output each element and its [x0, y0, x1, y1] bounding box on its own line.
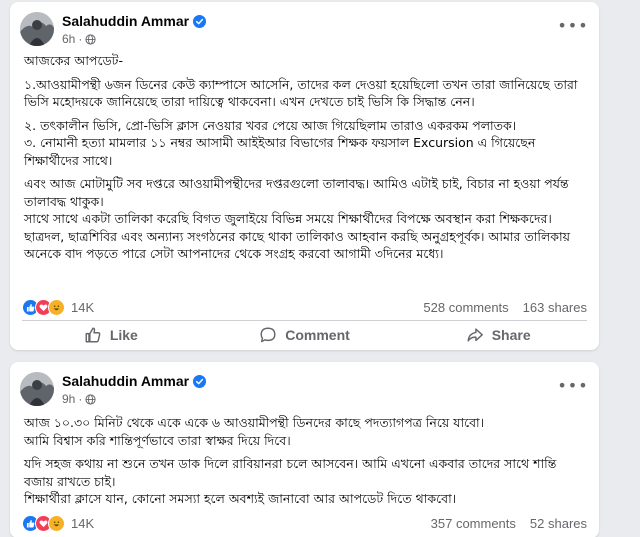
post-actions: Like Comment Share	[14, 318, 595, 352]
post-text: আজকের আপডেট- ১.আওয়ামীপন্থী ৬জন ডিনের কে…	[24, 52, 585, 269]
post-paragraph: আজকের আপডেট-	[24, 53, 123, 68]
reaction-count: 14K	[71, 299, 95, 315]
author-name[interactable]: Salahuddin Ammar	[62, 13, 189, 29]
comment-label: Comment	[285, 327, 350, 343]
thumbs-up-icon	[85, 327, 101, 343]
share-label: Share	[491, 327, 531, 343]
more-options-button[interactable]: •••	[557, 16, 587, 35]
verified-badge-icon	[193, 374, 207, 388]
haha-reaction-icon	[48, 514, 65, 532]
globe-icon	[85, 33, 96, 45]
post-paragraph: ৩. নোমানী হত্যা মামলার ১১ নম্বর আসামী আই…	[24, 135, 536, 168]
post-paragraph: ছাত্রদল, ছাত্রশিবির এবং অন্যান্য সংগঠনের…	[24, 228, 571, 262]
comments-count[interactable]: 357 comments	[431, 516, 516, 531]
shares-count[interactable]: 163 shares	[523, 300, 587, 315]
comments-count[interactable]: 528 comments	[423, 300, 508, 315]
avatar[interactable]	[20, 12, 54, 46]
ellipsis-icon: •••	[557, 15, 589, 35]
post-time[interactable]: 9h	[62, 392, 75, 406]
reactions-summary[interactable]: 14K	[22, 298, 95, 316]
post-paragraph: শিক্ষার্থীরা ক্লাসে যান, কোনো সমস্যা হলে…	[24, 491, 457, 506]
post-card: Salahuddin Ammar 6h · ••• আজকের আপডেট- ১…	[10, 2, 599, 350]
post-paragraph: আজ ১০.৩০ মিনিট থেকে একে একে ৬ আওয়ামীপন্…	[24, 415, 485, 430]
meta-separator: ·	[78, 392, 83, 406]
post-paragraph: আমি বিশ্বাস করি শান্তিপূর্ণভাবে তারা স্ব…	[24, 432, 291, 448]
post-header: Salahuddin Ammar 9h · •••	[10, 362, 599, 410]
reaction-count: 14K	[71, 515, 95, 531]
engagement-row: 14K 357 comments 52 shares	[22, 512, 587, 534]
meta-separator: ·	[78, 32, 83, 46]
haha-reaction-icon	[48, 298, 65, 316]
post-header: Salahuddin Ammar 6h · •••	[10, 2, 599, 50]
more-options-button[interactable]: •••	[557, 376, 587, 395]
like-label: Like	[109, 327, 138, 343]
verified-badge-icon	[193, 14, 207, 28]
globe-icon	[85, 393, 96, 405]
post-paragraph: ২. তৎকালীন ভিসি, প্রো-ভিসি ক্লাস নেওয়ার…	[24, 117, 517, 133]
ellipsis-icon: •••	[557, 375, 589, 395]
post-paragraph: ১.আওয়ামীপন্থী ৬জন ডিনের কেউ ক্যাম্পাসে …	[24, 76, 578, 110]
post-paragraph: এবং আজ মোটামুটি সব দপ্তরে আওয়ামীপন্থীদে…	[24, 176, 569, 209]
like-button[interactable]: Like	[14, 318, 208, 352]
engagement-row: 14K 528 comments 163 shares	[22, 296, 587, 318]
reactions-summary[interactable]: 14K	[22, 514, 95, 532]
comment-button[interactable]: Comment	[208, 318, 402, 352]
author-name[interactable]: Salahuddin Ammar	[62, 373, 189, 389]
post-text: আজ ১০.৩০ মিনিট থেকে একে একে ৬ আওয়ামীপন্…	[24, 414, 585, 508]
post-paragraph: সাথে সাথে একটা তালিকা করেছি বিগত জুলাইয়…	[24, 211, 552, 226]
post-paragraph: যদি সহজ কথায় না শুনে তখন ডাক দিলে রাবিয…	[24, 456, 557, 489]
comment-bubble-icon	[260, 327, 276, 343]
post-card: Salahuddin Ammar 9h · ••• আজ ১০.৩০ মিনিট…	[10, 362, 599, 537]
shares-count[interactable]: 52 shares	[530, 516, 587, 531]
share-button[interactable]: Share	[401, 318, 595, 352]
post-time[interactable]: 6h	[62, 32, 75, 46]
avatar[interactable]	[20, 372, 54, 406]
share-arrow-icon	[467, 328, 483, 342]
